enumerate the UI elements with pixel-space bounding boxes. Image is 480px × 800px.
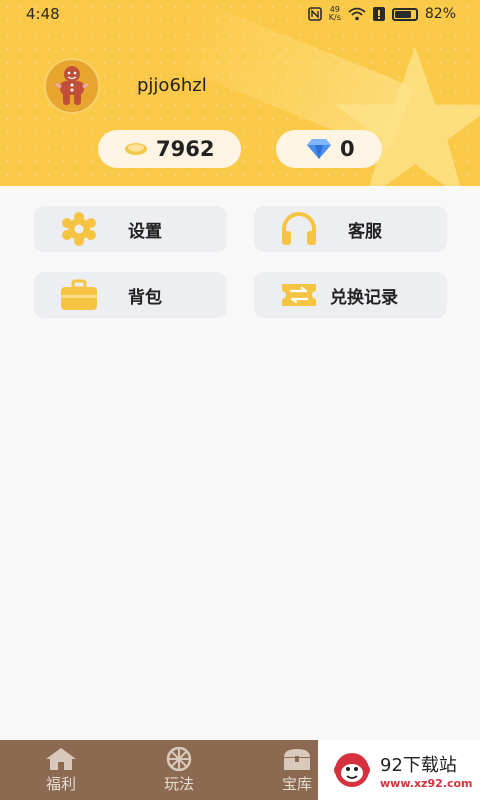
gear-icon [58, 212, 100, 246]
battery-percent: 82% [424, 6, 456, 22]
watermark-logo: 92下载站 www.xz92.com [318, 740, 480, 800]
treasure-chest-icon [284, 748, 310, 770]
status-bar: 4:48 49 K/s 82% [0, 0, 480, 28]
wheel-icon [166, 746, 192, 771]
diamond-count: 0 [340, 137, 355, 161]
tab-welfare-label: 福利 [45, 774, 76, 793]
customer-service-button[interactable]: 客服 [254, 206, 447, 252]
coin-count: 7962 [156, 137, 215, 161]
status-time: 4:48 [26, 5, 60, 23]
monkey-logo-icon [334, 753, 370, 787]
tab-treasury-label: 宝库 [281, 774, 312, 793]
settings-label: 设置 [128, 221, 162, 242]
diamond-balance[interactable]: 0 [276, 130, 382, 168]
network-speed-unit: K/s [328, 13, 341, 22]
briefcase-icon [58, 278, 100, 312]
tab-gameplay-label: 玩法 [163, 774, 194, 793]
headphones-icon [278, 212, 320, 246]
avatar[interactable] [44, 58, 100, 114]
customer-service-label: 客服 [348, 221, 382, 242]
backpack-button[interactable]: 背包 [34, 272, 227, 318]
diamond-icon [307, 139, 331, 159]
network-speed: 49 K/s [329, 6, 341, 22]
alert-icon [372, 7, 385, 21]
coin-balance[interactable]: 7962 [98, 130, 241, 168]
settings-button[interactable]: 设置 [34, 206, 227, 252]
gingerbread-avatar-icon [55, 66, 89, 105]
watermark-url: www.xz92.com [380, 776, 473, 790]
battery-icon [391, 7, 418, 21]
backpack-label: 背包 [128, 287, 162, 308]
home-icon [46, 747, 76, 770]
exchange-record-label: 兑换记录 [330, 287, 398, 308]
watermark-title: 92下载站 [380, 754, 457, 776]
exchange-ticket-icon [278, 278, 320, 312]
wifi-icon [348, 7, 366, 21]
tab-gameplay[interactable]: 玩法 [120, 740, 238, 800]
exchange-record-button[interactable]: 兑换记录 [254, 272, 447, 318]
coin-icon [125, 143, 147, 155]
tab-welfare[interactable]: 福利 [2, 740, 120, 800]
username: pjjo6hzl [137, 75, 207, 96]
nfc-icon [307, 7, 322, 21]
